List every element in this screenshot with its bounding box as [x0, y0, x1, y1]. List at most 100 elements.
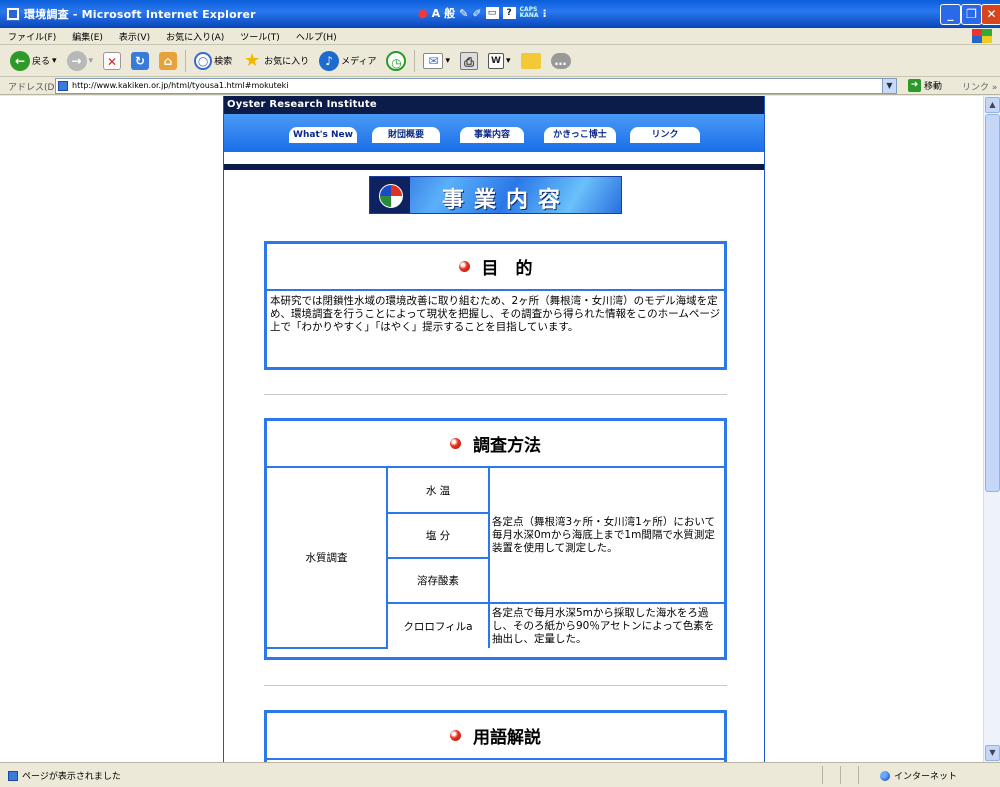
media-icon: ♪	[319, 50, 340, 71]
param-cell: 溶存酸素	[387, 557, 489, 604]
purpose-body: 本研究では閉鎖性水域の環境改善に取り組むため、2ヶ所（舞根湾・女川湾）のモデル海…	[270, 295, 721, 333]
ime-toolbar[interactable]: ● A 般 ✎ ✐ ▭ ? CAPS KANA ⁝	[418, 5, 547, 21]
section-method: 調査方法 水質調査 水 温 各定点（舞根湾3ヶ所・女川湾1ヶ所）において毎月水深…	[264, 418, 727, 660]
folder-icon	[520, 52, 541, 69]
globe-logo-icon	[379, 184, 403, 208]
favorites-button[interactable]: ★ お気に入り	[240, 48, 311, 74]
mail-dropdown-icon[interactable]: ▾	[445, 56, 450, 66]
forward-button[interactable]: → ▾	[65, 48, 96, 74]
search-icon: ○	[194, 51, 213, 70]
ime-dict-icon[interactable]: ▭	[485, 7, 499, 19]
close-button[interactable]: ✕	[981, 4, 1000, 25]
refresh-button[interactable]: ↻	[129, 48, 151, 74]
mail-button[interactable]: ✉ ▾	[421, 48, 452, 74]
forward-dropdown-icon[interactable]: ▾	[89, 56, 94, 66]
zone-label: インターネット	[894, 772, 958, 782]
nav-tab-whats-new[interactable]: What's New	[289, 127, 357, 143]
media-button[interactable]: ♪ メディア	[317, 48, 378, 74]
red-bullet-icon	[458, 261, 470, 272]
links-label: リンク	[962, 83, 990, 93]
param-cell: 水 温	[386, 468, 490, 514]
nav-tab-zaidan-gaiyo[interactable]: 財団概要	[372, 127, 440, 143]
stop-button[interactable]: ✕	[101, 48, 123, 74]
menu-file[interactable]: ファイル(F)	[8, 30, 56, 43]
refresh-icon: ↻	[131, 51, 150, 70]
window-title: 環境調査 - Microsoft Internet Explorer	[24, 8, 256, 21]
ime-text[interactable]: 般	[444, 5, 455, 21]
minimize-button[interactable]: _	[940, 4, 961, 25]
ime-tool-icon[interactable]: ✎	[459, 7, 468, 20]
page-title-banner: 事業内容	[369, 176, 622, 214]
toolbar-separator	[414, 49, 416, 72]
ime-mode[interactable]: A	[432, 7, 441, 20]
method-title: 調査方法	[473, 436, 541, 456]
vertical-scrollbar[interactable]: ▲ ▼	[983, 96, 1000, 762]
page-icon	[58, 81, 68, 91]
caps-indicator: CAPS KANA	[520, 7, 539, 19]
back-dropdown-icon[interactable]: ▾	[52, 56, 57, 66]
address-url[interactable]: http://www.kakiken.or.jp/html/tyousa1.ht…	[72, 81, 289, 90]
status-pane	[822, 766, 838, 784]
page-container: Oyster Research Institute What's New 財団概…	[223, 96, 765, 762]
section-purpose: 目 的 本研究では閉鎖性水域の環境改善に取り組むため、2ヶ所（舞根湾・女川湾）の…	[264, 241, 727, 370]
search-button[interactable]: ○ 検索	[192, 48, 234, 74]
help-icon[interactable]: ?	[502, 7, 516, 19]
desc-cell: 各定点で毎月水深5mから採取した海水をろ過し、そのろ紙から90％アセトンによって…	[488, 602, 724, 648]
menu-help[interactable]: ヘルプ(H)	[296, 30, 337, 43]
ime-pad-icon[interactable]: ✐	[472, 7, 481, 20]
desc-cell: 各定点（舞根湾3ヶ所・女川湾1ヶ所）において毎月水深0mから海底上まで1m間隔で…	[488, 468, 724, 604]
red-bullet-icon	[450, 438, 461, 449]
links-button[interactable]: リンク »	[962, 80, 997, 93]
back-button[interactable]: ← 戻る ▾	[8, 48, 59, 74]
red-bullet-icon	[450, 730, 461, 741]
status-bar: ページが表示されました インターネット	[0, 762, 1000, 787]
address-dropdown-icon[interactable]: ▼	[882, 79, 896, 93]
glossary-title: 用語解説	[473, 728, 541, 748]
ime-icon[interactable]: ●	[418, 7, 428, 20]
menu-edit[interactable]: 編集(E)	[72, 30, 103, 43]
back-arrow-icon: ←	[10, 50, 30, 71]
home-button[interactable]: ⌂	[157, 48, 179, 74]
maximize-button[interactable]: ❐	[961, 4, 982, 25]
site-title: Oyster Research Institute	[227, 99, 377, 110]
scroll-down-icon[interactable]: ▼	[985, 745, 1000, 761]
edit-dropdown-icon[interactable]: ▾	[506, 56, 511, 66]
address-input[interactable]: http://www.kakiken.or.jp/html/tyousa1.ht…	[55, 78, 897, 94]
section-heading: 目 的	[267, 244, 724, 291]
media-label: メディア	[341, 57, 377, 67]
section-heading: 調査方法	[267, 421, 724, 468]
menu-bar: ファイル(F) 編集(E) 表示(V) お気に入り(A) ツール(T) ヘルプ(…	[0, 28, 1000, 45]
security-zone[interactable]: インターネット	[880, 769, 957, 782]
print-button[interactable]: ⎙	[458, 48, 480, 74]
messenger-icon: …	[550, 52, 571, 69]
address-label: アドレス(D)	[8, 83, 58, 93]
divider	[264, 685, 727, 686]
edit-button[interactable]: W ▾	[486, 48, 513, 74]
kana-label: KANA	[519, 12, 539, 19]
nav-underline	[224, 164, 764, 170]
status-pane	[840, 766, 856, 784]
title-bar[interactable]: 環境調査 - Microsoft Internet Explorer ● A 般…	[0, 0, 1000, 28]
messenger-button[interactable]: …	[549, 48, 573, 74]
page-viewport: Oyster Research Institute What's New 財団概…	[0, 96, 983, 762]
status-message: ページが表示されました	[22, 772, 121, 782]
nav-tab-kakikko-hakase[interactable]: かきっこ博士	[544, 127, 616, 143]
logo-box	[370, 177, 410, 213]
banner-text: 事業内容	[442, 187, 571, 213]
status-page-icon	[8, 770, 18, 781]
forward-arrow-icon: →	[66, 50, 87, 71]
go-button[interactable]: ➜ 移動	[908, 79, 942, 92]
history-button[interactable]: ◷	[384, 48, 408, 74]
favorites-star-icon: ★	[244, 49, 261, 71]
nav-tab-link[interactable]: リンク	[630, 127, 700, 143]
mail-icon: ✉	[423, 52, 444, 69]
menu-tools[interactable]: ツール(T)	[240, 30, 280, 43]
scroll-thumb[interactable]	[985, 114, 1000, 492]
ime-menu-icon[interactable]: ⁝	[543, 7, 547, 20]
menu-favorites[interactable]: お気に入り(A)	[166, 30, 224, 43]
menu-view[interactable]: 表示(V)	[119, 30, 150, 43]
edit-icon: W	[488, 52, 505, 69]
folder-button[interactable]	[519, 48, 543, 74]
scroll-up-icon[interactable]: ▲	[985, 97, 1000, 113]
nav-tab-jigyo-naiyo[interactable]: 事業内容	[460, 127, 524, 143]
